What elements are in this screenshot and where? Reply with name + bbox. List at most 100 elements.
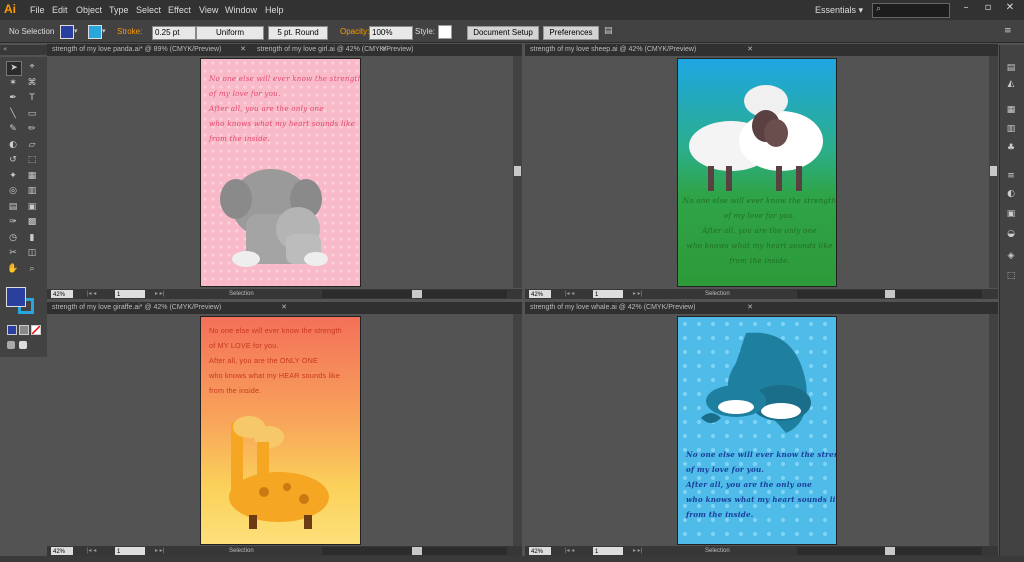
zoom-field[interactable]: 42% bbox=[529, 547, 551, 555]
horizontal-scrollbar[interactable] bbox=[797, 290, 982, 298]
document-tab-girl[interactable]: strength of my love girl.ai @ 42% (CMYK/… bbox=[252, 44, 522, 56]
magic-wand-tool-icon[interactable]: ✶ bbox=[6, 77, 20, 90]
menu-edit[interactable]: Edit bbox=[52, 5, 68, 15]
search-input[interactable]: ⌕ bbox=[872, 3, 950, 18]
vertical-scrollbar[interactable] bbox=[989, 56, 998, 288]
menu-type[interactable]: Type bbox=[109, 5, 129, 15]
scrollbar-thumb[interactable] bbox=[412, 547, 422, 555]
zoom-field[interactable]: 42% bbox=[529, 290, 551, 298]
gradient-tool-icon[interactable]: ▣ bbox=[25, 201, 39, 214]
zoom-tool-icon[interactable]: ⌕ bbox=[25, 263, 39, 276]
scale-tool-icon[interactable]: ⬚ bbox=[25, 154, 39, 167]
artboards-panel-icon[interactable]: ⬚ bbox=[1004, 270, 1018, 282]
direct-selection-tool-icon[interactable]: ⌖ bbox=[25, 61, 39, 74]
vertical-scrollbar[interactable] bbox=[989, 314, 998, 546]
color-guide-panel-icon[interactable]: ◭ bbox=[1004, 78, 1018, 90]
artboard-number-field[interactable]: 1 bbox=[593, 290, 623, 298]
eyedropper-tool-icon[interactable]: ✑ bbox=[6, 216, 20, 229]
gradient-mode-button[interactable] bbox=[19, 325, 29, 335]
swatches-panel-icon[interactable]: ▦ bbox=[1004, 104, 1018, 116]
brushes-panel-icon[interactable]: ▥ bbox=[1004, 123, 1018, 135]
close-tab-icon[interactable]: ✕ bbox=[240, 44, 246, 56]
fill-swatch[interactable] bbox=[60, 25, 74, 39]
nav-arrows-icon[interactable]: ▸ ▸| bbox=[155, 289, 164, 299]
arrange-documents-icon[interactable]: ▤ bbox=[604, 26, 613, 36]
paintbrush-tool-icon[interactable]: ✎ bbox=[6, 123, 20, 136]
chevron-down-icon[interactable]: ▾ bbox=[102, 27, 106, 35]
screen-mode-icon[interactable] bbox=[19, 341, 27, 349]
artboard-sheep[interactable]: No one else will ever know the strength … bbox=[677, 58, 837, 287]
shape-builder-tool-icon[interactable]: ◎ bbox=[6, 185, 20, 198]
rectangle-tool-icon[interactable]: ▭ bbox=[25, 108, 39, 121]
zoom-field[interactable]: 42% bbox=[51, 547, 73, 555]
artboard-tool-icon[interactable]: ✂ bbox=[6, 247, 20, 260]
zoom-field[interactable]: 42% bbox=[51, 290, 73, 298]
appearance-panel-icon[interactable]: ◒ bbox=[1004, 228, 1018, 240]
artboard-number-field[interactable]: 1 bbox=[115, 547, 145, 555]
selection-tool-icon[interactable]: ➤ bbox=[6, 61, 22, 76]
panel-menu-icon[interactable]: ≡ bbox=[1004, 26, 1012, 36]
line-tool-icon[interactable]: ╲ bbox=[6, 108, 20, 121]
maximize-button[interactable]: ▫ bbox=[980, 2, 996, 14]
nav-arrows-icon[interactable]: |◂ ◂ bbox=[565, 546, 574, 556]
gradient-panel-icon[interactable]: ◐ bbox=[1004, 188, 1018, 200]
menu-effect[interactable]: Effect bbox=[168, 5, 191, 15]
color-mode-button[interactable] bbox=[7, 325, 17, 335]
symbols-panel-icon[interactable]: ♣ bbox=[1004, 142, 1018, 154]
stroke-profile-select[interactable]: Uniform bbox=[196, 26, 264, 40]
menu-file[interactable]: File bbox=[30, 5, 45, 15]
document-tab-panda[interactable]: strength of my love panda.ai* @ 89% (CMY… bbox=[47, 44, 252, 56]
close-tab-icon[interactable]: ✕ bbox=[747, 44, 753, 56]
symbol-sprayer-tool-icon[interactable]: ◷ bbox=[6, 232, 20, 245]
nav-arrows-icon[interactable]: |◂ ◂ bbox=[87, 289, 96, 299]
none-mode-button[interactable] bbox=[31, 325, 41, 335]
menu-help[interactable]: Help bbox=[265, 5, 284, 15]
nav-arrows-icon[interactable]: ▸ ▸| bbox=[155, 546, 164, 556]
scrollbar-thumb[interactable] bbox=[514, 166, 521, 176]
slice-tool-icon[interactable]: ◫ bbox=[25, 247, 39, 260]
document-tab-whale[interactable]: strength of my love whale.ai @ 42% (CMYK… bbox=[525, 302, 998, 314]
pen-tool-icon[interactable]: ✒ bbox=[6, 92, 20, 105]
close-tab-icon[interactable]: ✕ bbox=[747, 302, 753, 314]
stroke-panel-icon[interactable]: ≡ bbox=[1004, 170, 1018, 182]
scrollbar-thumb[interactable] bbox=[990, 166, 997, 176]
artboard-number-field[interactable]: 1 bbox=[115, 290, 145, 298]
scrollbar-thumb[interactable] bbox=[412, 290, 422, 298]
eraser-tool-icon[interactable]: ▱ bbox=[25, 139, 39, 152]
column-graph-tool-icon[interactable]: ▮ bbox=[25, 232, 39, 245]
blend-tool-icon[interactable]: ▩ bbox=[25, 216, 39, 229]
horizontal-scrollbar[interactable] bbox=[797, 547, 982, 555]
artboard-number-field[interactable]: 1 bbox=[593, 547, 623, 555]
menu-object[interactable]: Object bbox=[76, 5, 102, 15]
stroke-weight-field[interactable]: 0.25 pt bbox=[152, 26, 196, 40]
vertical-scrollbar[interactable] bbox=[513, 314, 522, 546]
hand-tool-icon[interactable]: ✋ bbox=[6, 263, 20, 276]
document-setup-button[interactable]: Document Setup bbox=[467, 26, 539, 40]
preferences-button[interactable]: Preferences bbox=[543, 26, 599, 40]
rotate-tool-icon[interactable]: ↺ bbox=[6, 154, 20, 167]
chevron-down-icon[interactable]: ▾ bbox=[74, 27, 78, 35]
close-button[interactable]: ✕ bbox=[1002, 2, 1018, 14]
pencil-tool-icon[interactable]: ✏ bbox=[25, 123, 39, 136]
opacity-field[interactable]: 100% bbox=[369, 26, 413, 40]
vertical-scrollbar[interactable] bbox=[513, 56, 522, 288]
close-tab-icon[interactable]: ✕ bbox=[381, 44, 387, 56]
horizontal-scrollbar[interactable] bbox=[322, 290, 507, 298]
nav-arrows-icon[interactable]: ▸ ▸| bbox=[633, 289, 642, 299]
scrollbar-thumb[interactable] bbox=[885, 290, 895, 298]
free-transform-tool-icon[interactable]: ▦ bbox=[25, 170, 39, 183]
stroke-label[interactable]: Stroke: bbox=[117, 26, 142, 38]
color-panel-icon[interactable]: ▤ bbox=[1004, 62, 1018, 74]
nav-arrows-icon[interactable]: |◂ ◂ bbox=[565, 289, 574, 299]
type-tool-icon[interactable]: T bbox=[25, 92, 39, 105]
draw-mode-icon[interactable] bbox=[7, 341, 15, 349]
graphic-style-swatch[interactable] bbox=[438, 25, 452, 39]
fill-color-box[interactable] bbox=[6, 287, 26, 307]
perspective-tool-icon[interactable]: ▥ bbox=[25, 185, 39, 198]
nav-arrows-icon[interactable]: |◂ ◂ bbox=[87, 546, 96, 556]
artboard-giraffe[interactable]: No one else will ever know the strength … bbox=[200, 316, 361, 545]
stroke-swatch[interactable] bbox=[88, 25, 102, 39]
artboard-panda[interactable]: No one else will ever know the strength … bbox=[200, 58, 361, 287]
brush-select[interactable]: 5 pt. Round bbox=[268, 26, 328, 40]
menu-view[interactable]: View bbox=[199, 5, 218, 15]
